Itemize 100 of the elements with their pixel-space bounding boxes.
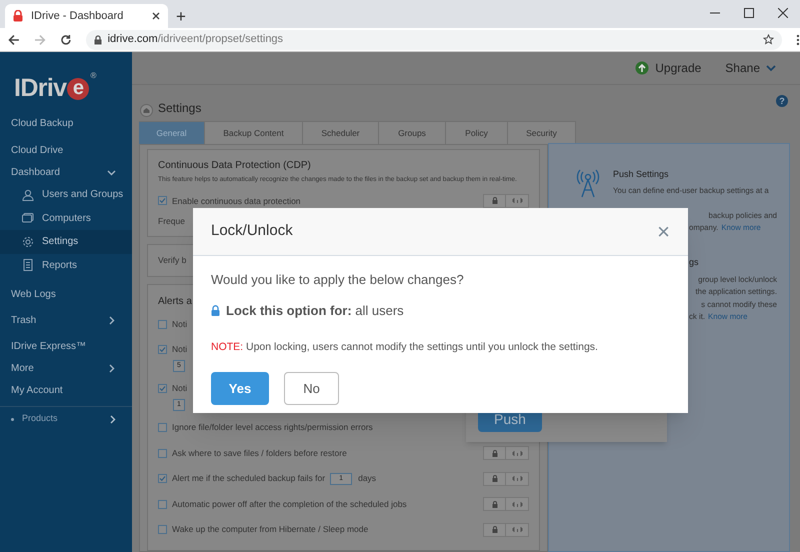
sidebar-item[interactable]: Users and Groups (0, 183, 132, 206)
registered-mark: ® (90, 70, 96, 82)
page-title: Settings (158, 100, 202, 117)
checkbox[interactable] (158, 320, 167, 328)
maximize-icon[interactable] (744, 8, 754, 18)
address-bar[interactable]: idrive.com/idriveent/propset/settings (86, 30, 782, 50)
option-label: Noti (172, 343, 188, 356)
frequency-label: Freque (158, 214, 185, 228)
sidebar-item[interactable]: Cloud Drive (0, 139, 132, 161)
tab[interactable]: Groups (379, 121, 446, 144)
checkbox[interactable] (158, 384, 167, 393)
verify-label: Verify b (158, 254, 186, 267)
back-arrow-icon[interactable] (8, 34, 20, 46)
lock-button[interactable] (483, 194, 506, 208)
padlock-icon (492, 450, 498, 456)
push-toggle-button[interactable] (506, 446, 529, 460)
products-menu[interactable]: Products (0, 407, 132, 431)
option-label: Noti (172, 318, 188, 330)
sidebar-item[interactable]: IDrive Express™ (0, 335, 132, 357)
info-title: gs (689, 256, 699, 269)
sidebar-item[interactable]: Cloud Backup (0, 112, 132, 134)
lock-button[interactable] (483, 522, 506, 536)
padlock-icon (492, 475, 498, 482)
unit-label: days (358, 472, 376, 485)
lock-button[interactable] (483, 446, 506, 460)
document-icon (22, 259, 34, 272)
padlock-icon (492, 500, 498, 508)
dialog-question: Would you like to apply the below changes? (211, 271, 464, 289)
checkbox[interactable] (158, 474, 167, 483)
chevron-right-icon (110, 414, 116, 424)
padlock-icon (94, 34, 102, 44)
sidebar-item[interactable]: Web Logs (0, 283, 132, 305)
info-title: Push Settings (613, 168, 670, 181)
checkbox[interactable] (158, 500, 167, 508)
tab-title: IDrive - Dashboard (31, 8, 124, 24)
tab[interactable]: Backup Content (205, 121, 303, 144)
signal-icon (512, 197, 522, 204)
url-text: idrive.com/idriveent/propset/settings (108, 32, 284, 48)
new-tab-button[interactable]: + (176, 8, 186, 25)
tab[interactable]: Policy (446, 121, 508, 144)
option-label: Noti (172, 382, 188, 395)
section-title: Alerts a (158, 295, 192, 309)
sidebar-item[interactable]: Dashboard (0, 161, 132, 183)
gear-icon (22, 236, 34, 248)
yes-button[interactable]: Yes (211, 372, 269, 405)
tab[interactable]: Scheduler (303, 121, 379, 144)
sidebar-item[interactable]: More (0, 357, 132, 379)
push-toggle-button[interactable] (506, 522, 529, 536)
upgrade-arrow-icon (635, 61, 650, 75)
logo-text: IDriv (14, 73, 66, 104)
push-toggle-button[interactable] (506, 472, 529, 486)
push-toggle-button[interactable] (506, 194, 529, 208)
no-button[interactable]: No (284, 372, 339, 405)
upgrade-link[interactable]: Upgrade (635, 59, 702, 77)
option-label: Enable continuous data protection (172, 194, 301, 208)
checkbox[interactable] (158, 196, 167, 206)
signal-icon (512, 475, 522, 482)
sidebar-item[interactable]: Settings (0, 230, 132, 254)
lock-button[interactable] (483, 472, 506, 486)
sidebar-item[interactable]: My Account (0, 379, 132, 401)
close-icon[interactable] (778, 8, 788, 18)
checkbox[interactable] (158, 448, 167, 458)
star-icon[interactable] (763, 34, 774, 45)
option-label: Automatic power off after the completion of the scheduled jobs (172, 498, 407, 510)
browser-tab[interactable]: IDrive - Dashboard (5, 4, 168, 28)
padlock-icon (492, 526, 498, 533)
padlock-icon (492, 197, 498, 204)
help-icon[interactable]: ? (776, 95, 788, 107)
dot-icon (11, 418, 14, 420)
chevron-down-icon (766, 64, 776, 72)
sidebar-item[interactable]: Trash (0, 309, 132, 331)
option-label: Ask where to save files / folders before restore (172, 446, 347, 460)
option-label: Alert me if the scheduled backup fails for (172, 472, 326, 485)
signal-icon (512, 500, 522, 508)
lock-button[interactable] (483, 497, 506, 511)
menu-icon[interactable] (796, 34, 800, 46)
lock-option-text: Lock this option for: all users (226, 302, 404, 320)
sidebar-item[interactable]: Reports (0, 254, 132, 277)
tab[interactable]: Security (508, 121, 576, 144)
home-icon[interactable] (140, 104, 153, 117)
user-menu[interactable]: Shane (725, 59, 776, 77)
dialog-title: Lock/Unlock (211, 221, 294, 242)
push-toggle-button[interactable] (506, 497, 529, 511)
checkbox[interactable] (158, 423, 167, 432)
close-icon[interactable] (152, 12, 160, 20)
signal-icon (512, 526, 522, 533)
user-icon (22, 188, 34, 201)
signal-icon (512, 450, 522, 456)
padlock-icon (211, 304, 220, 316)
checkbox[interactable] (158, 525, 167, 534)
monitor-icon (22, 212, 34, 224)
reload-icon[interactable] (60, 34, 72, 46)
section-title: Continuous Data Protection (CDP) (158, 159, 312, 173)
sidebar-item[interactable]: Computers (0, 206, 132, 230)
close-button[interactable]: × (657, 220, 670, 242)
option-label: Wake up the computer from Hibernate / Sleep mode (172, 523, 368, 536)
logo-badge: e (67, 78, 90, 100)
checkbox[interactable] (158, 345, 167, 354)
forward-arrow-icon[interactable] (34, 34, 46, 46)
note-text: NOTE: Upon locking, users cannot modify the settings until you unlock the settings. (211, 340, 598, 355)
